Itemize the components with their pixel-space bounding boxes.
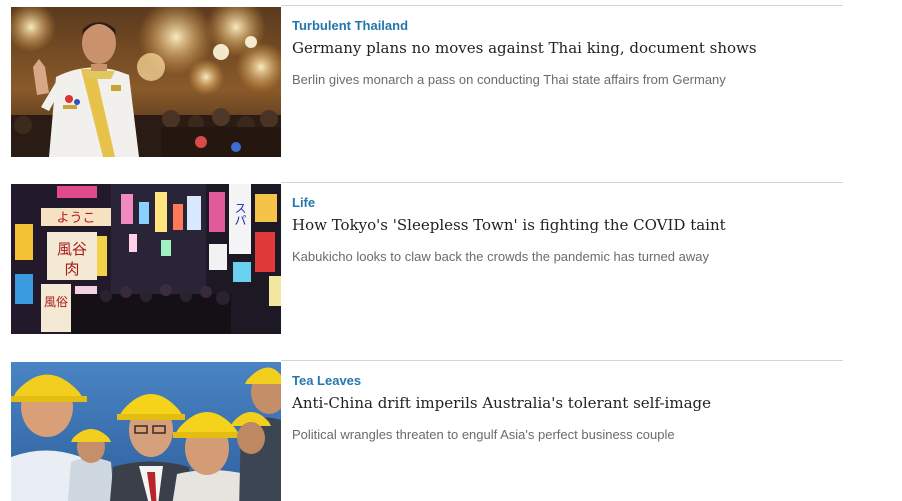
article-kicker-link[interactable]: Tea Leaves bbox=[292, 373, 361, 388]
article-card: Tea Leaves Anti-China drift imperils Aus… bbox=[11, 360, 843, 501]
article-card: Turbulent Thailand Germany plans no move… bbox=[11, 5, 843, 160]
article-divider bbox=[281, 5, 843, 6]
article-kicker-link[interactable]: Life bbox=[292, 195, 315, 210]
sign-text: ようこ bbox=[56, 211, 95, 226]
kabukicho-street-photo: ようこ 風谷 肉 風俗 スパ bbox=[11, 184, 281, 334]
article-kicker-link[interactable]: Turbulent Thailand bbox=[292, 18, 408, 33]
article-card: ようこ 風谷 肉 風俗 スパ Life How Tokyo's 'Sleeple… bbox=[11, 182, 843, 337]
article-thumbnail[interactable]: ようこ 風谷 肉 風俗 スパ bbox=[11, 184, 281, 334]
article-thumbnail[interactable] bbox=[11, 362, 281, 501]
article-summary: Political wrangles threaten to engulf As… bbox=[292, 427, 675, 442]
sign-text: 肉 bbox=[64, 260, 79, 278]
article-divider bbox=[281, 360, 843, 361]
article-summary: Berlin gives monarch a pass on conductin… bbox=[292, 72, 726, 87]
article-summary: Kabukicho looks to claw back the crowds … bbox=[292, 249, 709, 264]
article-divider bbox=[281, 182, 843, 183]
article-thumbnail[interactable] bbox=[11, 7, 281, 157]
thai-king-photo bbox=[11, 7, 281, 157]
sign-text: 風俗 bbox=[44, 295, 68, 309]
article-headline-link[interactable]: Germany plans no moves against Thai king… bbox=[292, 39, 757, 57]
hard-hats-photo bbox=[11, 362, 281, 501]
article-headline-link[interactable]: Anti-China drift imperils Australia's to… bbox=[292, 394, 711, 412]
sign-text: スパ bbox=[233, 202, 247, 226]
sign-text: 風谷 bbox=[57, 240, 87, 258]
article-headline-link[interactable]: How Tokyo's 'Sleepless Town' is fighting… bbox=[292, 216, 726, 234]
